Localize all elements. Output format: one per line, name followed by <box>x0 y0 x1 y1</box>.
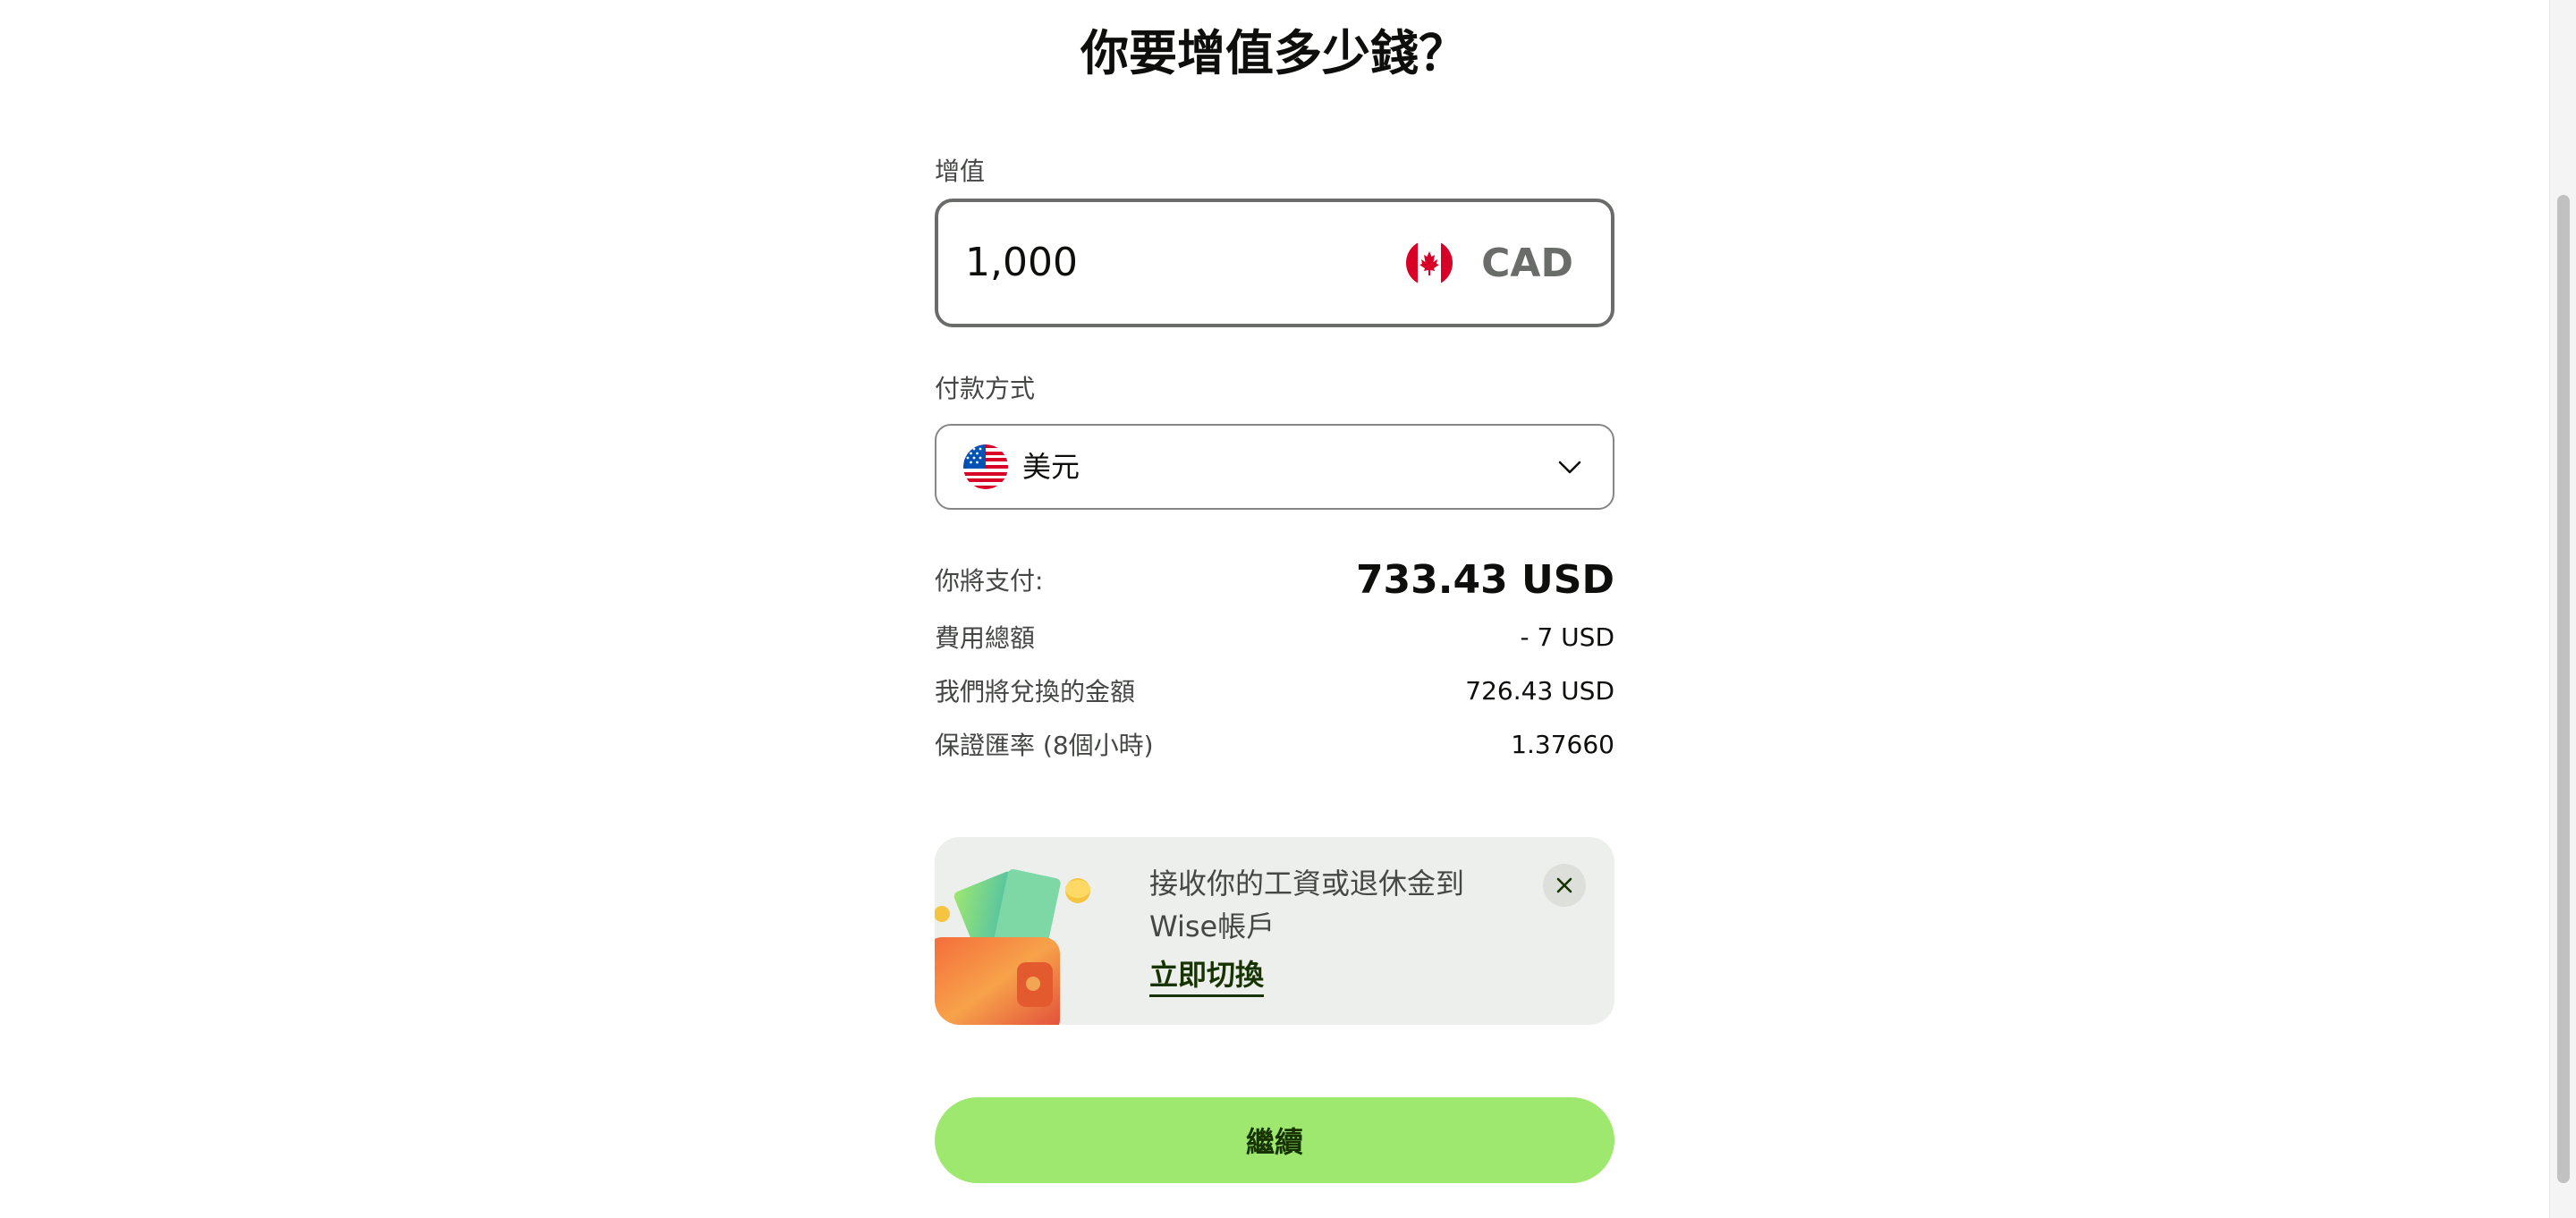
continue-button[interactable]: 繼續 <box>935 1097 1614 1183</box>
wallet-illustration <box>935 868 1090 1025</box>
chevron-down-icon <box>1558 461 1581 474</box>
switch-now-link[interactable]: 立即切換 <box>1149 955 1265 997</box>
fee-label: 費用總額 <box>935 623 1036 653</box>
promo-text: 接收你的工資或退休金到Wise帳戶 <box>1149 867 1465 943</box>
rate-value: 1.37660 <box>1511 729 1614 759</box>
pay-label: 你將支付: <box>935 566 1044 596</box>
convert-value: 726.43 USD <box>1465 675 1614 706</box>
rate-label: 保證匯率 (8個小時) <box>935 731 1154 760</box>
scrollbar[interactable] <box>2549 0 2576 1218</box>
summary-row-pay: 你將支付: 733.43 USD <box>935 553 1614 606</box>
pay-value: 733.43 USD <box>1355 556 1614 603</box>
promo-card: 接收你的工資或退休金到Wise帳戶 立即切換 <box>935 837 1614 1025</box>
currency-code: CAD <box>1481 240 1573 286</box>
currency-selector[interactable]: CAD <box>1406 202 1573 324</box>
summary-row-fee: 費用總額 - 7 USD <box>935 617 1614 656</box>
fee-value: - 7 USD <box>1520 622 1614 652</box>
page: 你要增值多少錢？ 增值 1,000 CAD 付款方式 美元 你將支付: 733.… <box>0 0 2576 1218</box>
amount-input[interactable]: 1,000 <box>965 202 1078 324</box>
payment-method-select[interactable]: 美元 <box>935 424 1614 510</box>
promo-close-button[interactable] <box>1543 864 1586 907</box>
amount-label: 增值 <box>935 156 986 186</box>
us-flag-icon <box>963 444 1008 489</box>
close-icon <box>1556 877 1572 893</box>
scrollbar-thumb[interactable] <box>2557 195 2570 1183</box>
canada-flag-icon <box>1406 240 1453 286</box>
payment-method-label: 付款方式 <box>935 374 1036 403</box>
page-title: 你要增值多少錢？ <box>1080 25 1467 81</box>
convert-label: 我們將兌換的金額 <box>935 677 1136 706</box>
payment-method-value: 美元 <box>1022 450 1080 484</box>
amount-input-box[interactable]: 1,000 CAD <box>935 199 1614 327</box>
summary-row-rate: 保證匯率 (8個小時) 1.37660 <box>935 724 1614 764</box>
summary-row-convert: 我們將兌換的金額 726.43 USD <box>935 671 1614 710</box>
